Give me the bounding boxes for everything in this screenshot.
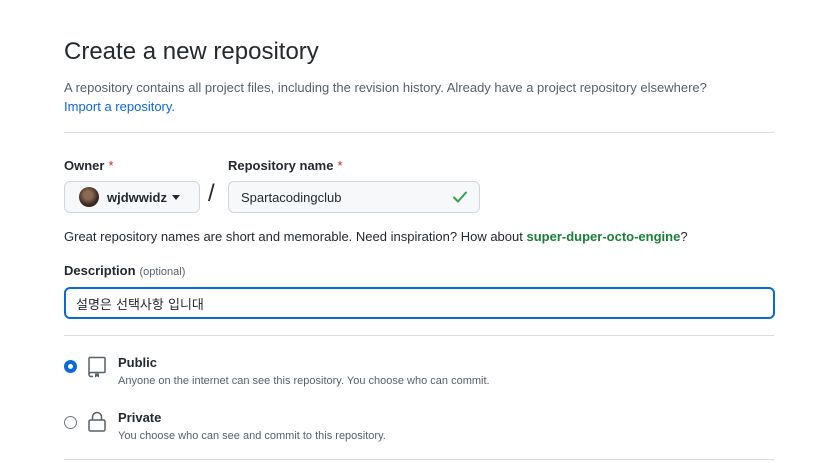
hint-text: Great repository names are short and mem…: [64, 229, 523, 244]
description-input[interactable]: [64, 287, 775, 319]
description-label: Description (optional): [64, 263, 185, 278]
repository-name-input[interactable]: [228, 181, 480, 213]
owner-label-text: Owner: [64, 158, 105, 173]
repo-icon: [88, 356, 106, 378]
repo-name-hint: Great repository names are short and mem…: [64, 229, 688, 244]
public-title: Public: [118, 355, 158, 370]
create-repository-page: Create a new repository A repository con…: [0, 0, 840, 463]
avatar: [79, 187, 99, 207]
repo-name-label: Repository name *: [228, 158, 343, 173]
divider: [64, 335, 774, 336]
import-repository-link[interactable]: Import a repository.: [64, 99, 175, 114]
page-subtitle: A repository contains all project files,…: [64, 78, 794, 116]
check-icon: [453, 191, 467, 203]
hint-end: ?: [680, 229, 688, 244]
private-description: You choose who can see and commit to thi…: [118, 430, 386, 442]
divider: [64, 459, 774, 460]
subtitle-text: A repository contains all project files,…: [64, 80, 707, 95]
lock-icon: [88, 411, 106, 432]
public-description: Anyone on the internet can see this repo…: [118, 375, 490, 387]
public-radio[interactable]: [64, 360, 77, 373]
required-mark: *: [108, 158, 114, 173]
name-suggestion-link[interactable]: super-duper-octo-engine: [526, 229, 680, 244]
caret-down-icon: [171, 194, 180, 200]
description-label-text: Description: [64, 263, 136, 278]
divider: [64, 132, 774, 133]
owner-name: wjdwwidz: [107, 189, 167, 205]
required-mark: *: [337, 158, 343, 173]
repo-name-label-text: Repository name: [228, 158, 334, 173]
page-title: Create a new repository: [64, 38, 319, 65]
owner-repo-separator: /: [208, 180, 215, 207]
optional-tag: (optional): [139, 266, 186, 278]
private-title: Private: [118, 410, 162, 425]
owner-label: Owner *: [64, 158, 114, 173]
owner-dropdown-button[interactable]: wjdwwidz: [64, 181, 200, 213]
private-radio[interactable]: [64, 416, 77, 429]
